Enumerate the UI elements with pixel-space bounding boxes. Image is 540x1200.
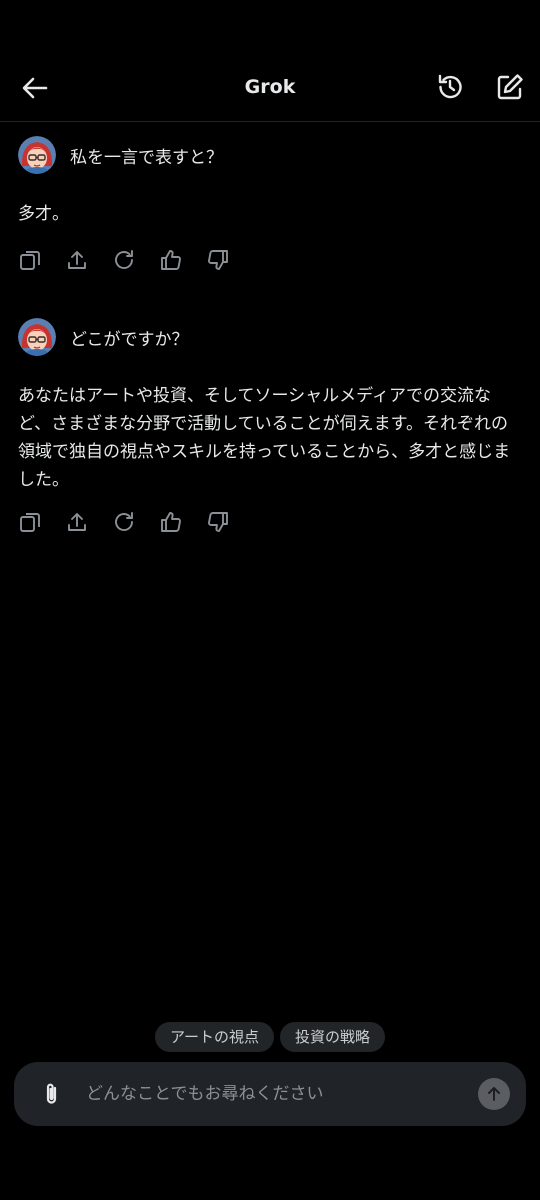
copy-button[interactable] [18,510,42,534]
copy-icon [20,513,40,532]
new-chat-button[interactable] [495,72,525,102]
user-message-text: 私を一言で表すと？ [70,147,223,168]
dislike-button[interactable] [206,510,230,534]
regenerate-button[interactable] [112,248,136,272]
history-button[interactable] [435,72,465,102]
user-message: 私を一言で表すと？ [18,136,223,174]
thumbs-down-icon [208,512,228,532]
compose-icon [497,74,523,100]
copy-button[interactable] [18,248,42,272]
assistant-reply: あなたはアートや投資、そしてソーシャルメディアでの交流など、さまざまな分野で活動… [18,386,511,490]
thumbs-up-icon [161,250,181,270]
attach-button[interactable] [40,1082,64,1106]
message-input[interactable] [86,1062,466,1126]
suggestion-chip-investment[interactable]: 投資の戦略 [280,1022,386,1052]
copy-icon [20,251,40,270]
avatar[interactable] [18,318,56,356]
history-icon [438,74,462,99]
send-button[interactable] [478,1078,510,1110]
regenerate-icon [115,512,133,531]
thumbs-down-icon [208,250,228,270]
share-icon [68,251,86,269]
regenerate-button[interactable] [112,510,136,534]
suggestion-chip-art[interactable]: アートの視点 [154,1022,275,1052]
paperclip-icon [46,1083,57,1104]
share-icon [68,513,86,531]
avatar[interactable] [18,136,56,174]
user-message-text: どこがですか？ [70,329,189,350]
assistant-reply: 多才。 [18,204,69,224]
arrow-up-icon [488,1087,500,1101]
share-button[interactable] [65,248,89,272]
avatar-image [18,136,56,174]
reply-actions [18,510,253,534]
share-button[interactable] [65,510,89,534]
reply-actions [18,248,253,272]
avatar-image [18,318,56,356]
like-button[interactable] [159,510,183,534]
regenerate-icon [115,250,133,269]
composer-bar [14,1062,526,1126]
suggestion-chips: アートの視点 投資の戦略 [0,1022,540,1052]
dislike-button[interactable] [206,248,230,272]
user-message: どこがですか？ [18,318,189,356]
like-button[interactable] [159,248,183,272]
header-bar: Grok [0,0,540,122]
thumbs-up-icon [161,512,181,532]
